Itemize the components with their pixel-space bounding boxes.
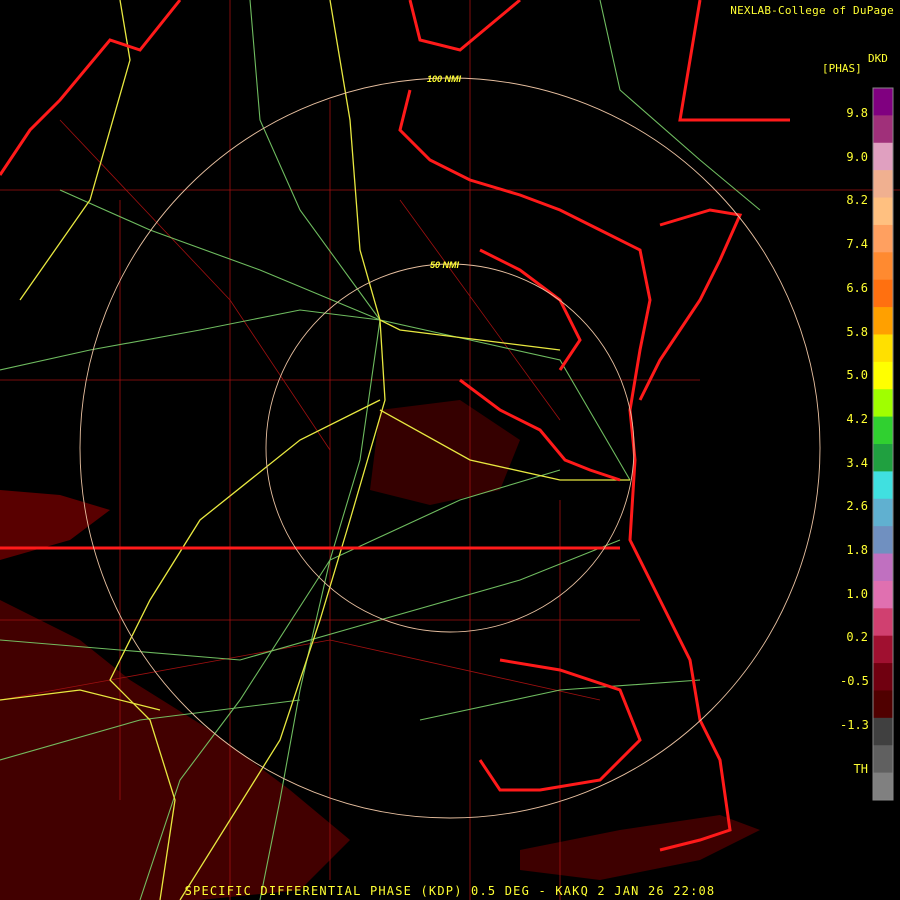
color-scale-label: 3.4 [846, 455, 868, 470]
color-scale-swatch [873, 580, 893, 609]
color-scale-swatch [873, 444, 893, 472]
color-scale-label: 4.2 [846, 411, 868, 426]
credit-text: NEXLAB-College of DuPage [730, 4, 894, 17]
color-scale-swatch [873, 772, 893, 801]
color-scale-swatch [873, 663, 893, 691]
color-scale-swatch [873, 252, 893, 281]
color-scale-label: 0.2 [846, 630, 868, 645]
color-scale-swatch [873, 279, 893, 308]
color-scale-swatch [873, 389, 893, 418]
color-scale-swatch [873, 745, 893, 774]
color-scale-label: 2.6 [846, 499, 868, 514]
color-scale-swatch [873, 635, 893, 664]
color-scale-label: 9.8 [846, 106, 868, 120]
color-scale-swatch [873, 526, 893, 555]
color-scale-label: 1.0 [846, 586, 868, 601]
color-scale-label: TH [853, 761, 868, 776]
radar-map: 50 NMI 100 NMI [0, 0, 900, 900]
color-scale-swatch [873, 142, 893, 171]
color-scale-swatch [873, 224, 893, 253]
color-scale-label: 1.8 [846, 543, 868, 557]
range-ring-100-label: 100 NMI [427, 74, 462, 84]
color-scale-swatch [873, 553, 893, 582]
color-scale-swatch [873, 416, 893, 445]
color-scale-label: 5.0 [846, 368, 868, 383]
product-caption: SPECIFIC DIFFERENTIAL PHASE (KDP) 0.5 DE… [184, 884, 716, 898]
color-scale-swatch [873, 197, 893, 226]
color-scale-swatch [873, 170, 893, 199]
color-scale-swatch [873, 471, 893, 500]
color-scale-swatch [873, 115, 893, 144]
unit-label: [PHAS] [822, 62, 862, 75]
color-scale-bar [872, 87, 894, 801]
color-scale-swatch [873, 608, 893, 637]
color-scale-label: -1.3 [840, 717, 869, 732]
color-scale-swatch [873, 498, 893, 527]
color-scale-label: 9.0 [846, 149, 868, 164]
color-scale-swatch [873, 334, 893, 363]
color-scale-label: 8.2 [846, 193, 868, 208]
color-scale-swatch [873, 690, 893, 719]
color-scale-label: 5.8 [846, 324, 868, 339]
color-scale-label: 6.6 [846, 280, 868, 295]
color-scale-swatch [873, 88, 893, 116]
color-scale-label: -0.5 [840, 674, 869, 689]
color-scale-label: 7.4 [846, 237, 868, 252]
color-scale-swatch [873, 361, 893, 390]
range-ring-50-label: 50 NMI [430, 260, 460, 270]
color-scale-swatch [873, 717, 893, 746]
product-code: DKD [868, 52, 888, 65]
color-scale-swatch [873, 307, 893, 335]
